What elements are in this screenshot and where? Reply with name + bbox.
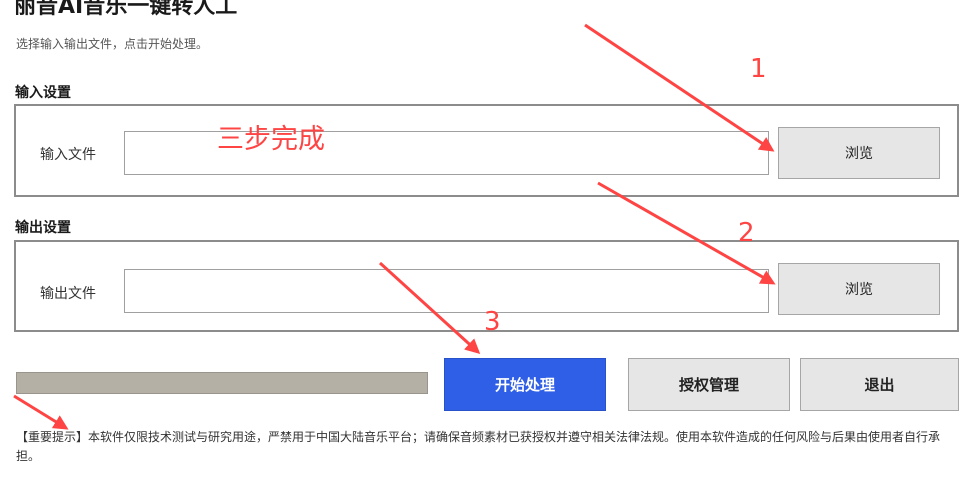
annotation-arrows xyxy=(13,23,776,430)
arrow-to-output-browse xyxy=(597,181,776,285)
arrow-to-input-browse xyxy=(584,23,775,152)
arrow-to-start-button xyxy=(378,261,481,355)
arrow-to-notice xyxy=(13,394,69,430)
